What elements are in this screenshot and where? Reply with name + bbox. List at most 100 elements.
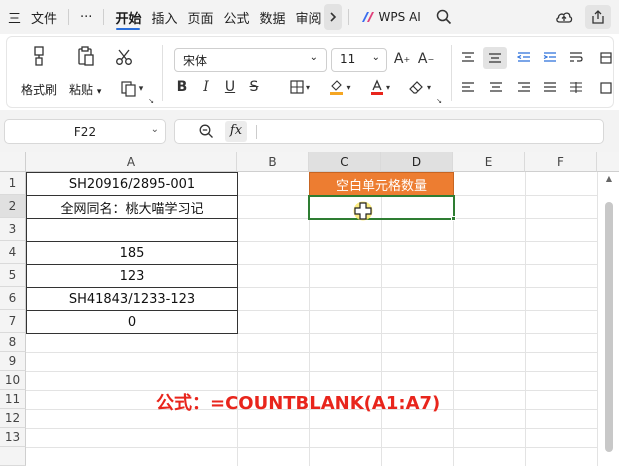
font-color-icon[interactable]: ▾ <box>365 77 395 97</box>
column-header-a[interactable]: A <box>26 152 237 172</box>
format-painter-label[interactable]: 格式刷 <box>21 81 57 98</box>
format-painter-icon[interactable] <box>29 45 51 67</box>
column-header-b[interactable]: B <box>237 152 309 172</box>
menu-separator <box>68 9 70 25</box>
font-name-value: 宋体 <box>183 54 208 68</box>
merge-cells-icon[interactable] <box>599 79 613 97</box>
decrease-font-icon[interactable]: A − <box>417 49 435 69</box>
chevron-down-icon: ▾ <box>385 82 390 92</box>
cell-c1-d1-header[interactable]: 空白单元格数量 <box>309 172 454 196</box>
row-header-12[interactable]: 12 <box>0 409 26 428</box>
share-icon[interactable] <box>585 5 611 29</box>
cell-a4[interactable]: 185 <box>26 241 238 265</box>
italic-icon[interactable]: I <box>197 77 215 97</box>
select-all-corner[interactable] <box>0 152 26 172</box>
spreadsheet-grid[interactable]: A B C D E F 1 2 3 4 5 6 7 8 9 10 11 12 1… <box>0 152 619 466</box>
cell-a5[interactable]: 123 <box>26 264 238 288</box>
indent-increase-icon[interactable] <box>541 49 559 67</box>
copy-icon[interactable]: ▾ <box>115 79 149 99</box>
row-header-2[interactable]: 2 <box>0 195 26 218</box>
scroll-up-icon[interactable]: ▲ <box>604 174 614 184</box>
dialog-launcher-icon[interactable]: ↘ <box>435 97 443 105</box>
row-header-7[interactable]: 7 <box>0 310 26 333</box>
underline-icon[interactable]: U <box>221 77 239 97</box>
dialog-launcher-icon[interactable]: ↘ <box>147 97 155 105</box>
strikethrough-icon[interactable]: S <box>245 77 263 97</box>
fill-color-icon[interactable]: ▾ <box>325 77 355 97</box>
menu-hamburger-icon[interactable]: 三 <box>0 0 26 34</box>
row-header-11[interactable]: 11 <box>0 390 26 409</box>
cell-a2[interactable]: 全网同名：桃大喵学习记 <box>26 195 238 219</box>
fx-icon[interactable]: fx <box>225 121 247 142</box>
chevron-down-icon: ▾ <box>138 84 144 94</box>
row-header-9[interactable]: 9 <box>0 352 26 371</box>
column-header-d[interactable]: D <box>381 152 453 172</box>
chevron-down-icon: ⌄ <box>371 52 380 63</box>
fill-handle[interactable] <box>451 216 456 221</box>
column-header-f[interactable]: F <box>525 152 597 172</box>
row-header-4[interactable]: 4 <box>0 241 26 264</box>
row-header-1[interactable]: 1 <box>0 172 26 195</box>
chevron-down-icon: ▾ <box>96 87 102 97</box>
search-icon[interactable] <box>431 5 457 29</box>
paste-label[interactable]: 粘贴 ▾ <box>69 81 101 98</box>
chevron-down-icon[interactable]: ⌄ <box>151 124 159 135</box>
row-header-8[interactable]: 8 <box>0 333 26 352</box>
font-size-select[interactable]: 11 ⌄ <box>331 48 387 72</box>
column-header-e[interactable]: E <box>453 152 525 172</box>
bold-icon[interactable]: B <box>173 77 191 97</box>
borders-icon[interactable]: ▾ <box>285 77 315 97</box>
row-header-6[interactable]: 6 <box>0 287 26 310</box>
column-header-c[interactable]: C <box>309 152 381 172</box>
row-header-3[interactable]: 3 <box>0 218 26 241</box>
row-header-10[interactable]: 10 <box>0 371 26 390</box>
zoom-search-icon[interactable] <box>199 124 214 142</box>
row-header-13[interactable]: 13 <box>0 428 26 447</box>
wps-ai-logo-icon <box>361 12 374 22</box>
gridline <box>26 428 597 429</box>
tab-insert[interactable]: 插入 <box>146 0 182 34</box>
tab-data[interactable]: 数据 <box>255 0 291 34</box>
justify-icon[interactable] <box>541 79 559 97</box>
name-box-value: F22 <box>73 124 97 139</box>
formula-input[interactable]: fx <box>174 119 604 144</box>
menu-file[interactable]: 文件 <box>26 0 62 34</box>
formula-bar-divider <box>256 125 257 139</box>
wps-ai-label: WPS AI <box>378 10 421 24</box>
align-left-icon[interactable] <box>459 79 477 97</box>
wps-ai-button[interactable]: WPS AI <box>361 10 421 24</box>
distribute-icon[interactable] <box>567 79 585 97</box>
tab-formula[interactable]: 公式 <box>218 0 254 34</box>
increase-font-icon[interactable]: A + <box>393 49 411 69</box>
cloud-upload-icon[interactable] <box>551 5 577 29</box>
vertical-scrollbar[interactable]: ▲ <box>604 172 614 466</box>
table-format-icon[interactable] <box>599 49 613 67</box>
paste-icon[interactable] <box>75 45 97 67</box>
row-header-5[interactable]: 5 <box>0 264 26 287</box>
menu-more[interactable]: ··· <box>75 0 97 34</box>
tab-home[interactable]: 开始 <box>110 0 146 34</box>
font-name-select[interactable]: 宋体 ⌄ <box>174 48 327 72</box>
align-right-icon[interactable] <box>515 79 533 97</box>
row-header-14[interactable] <box>0 447 26 466</box>
wrap-text-icon[interactable] <box>567 49 585 67</box>
name-box[interactable]: F22 ⌄ <box>4 119 166 144</box>
scrollbar-thumb[interactable] <box>605 202 613 452</box>
cell-a6[interactable]: SH41843/1233-123 <box>26 287 238 311</box>
formula-annotation: 公式：=COUNTBLANK(A1:A7) <box>156 393 441 414</box>
gridline <box>597 172 598 466</box>
align-top-icon[interactable] <box>459 49 477 67</box>
cell-a7[interactable]: 0 <box>26 310 238 334</box>
cell-a3[interactable] <box>26 218 238 242</box>
tab-page[interactable]: 页面 <box>182 0 218 34</box>
gridline <box>26 371 597 372</box>
tab-review[interactable]: 审阅 <box>291 0 322 34</box>
cell-c2-d2-active[interactable] <box>308 195 455 220</box>
cell-a1[interactable]: SH20916/2895-001 <box>26 172 238 196</box>
align-center-icon[interactable] <box>487 79 505 97</box>
clear-format-icon[interactable]: ▾ <box>405 77 435 97</box>
align-middle-icon[interactable] <box>483 47 507 69</box>
tabs-scroll-right-icon[interactable] <box>323 4 342 30</box>
indent-decrease-icon[interactable] <box>515 49 533 67</box>
cut-icon[interactable] <box>113 47 135 67</box>
